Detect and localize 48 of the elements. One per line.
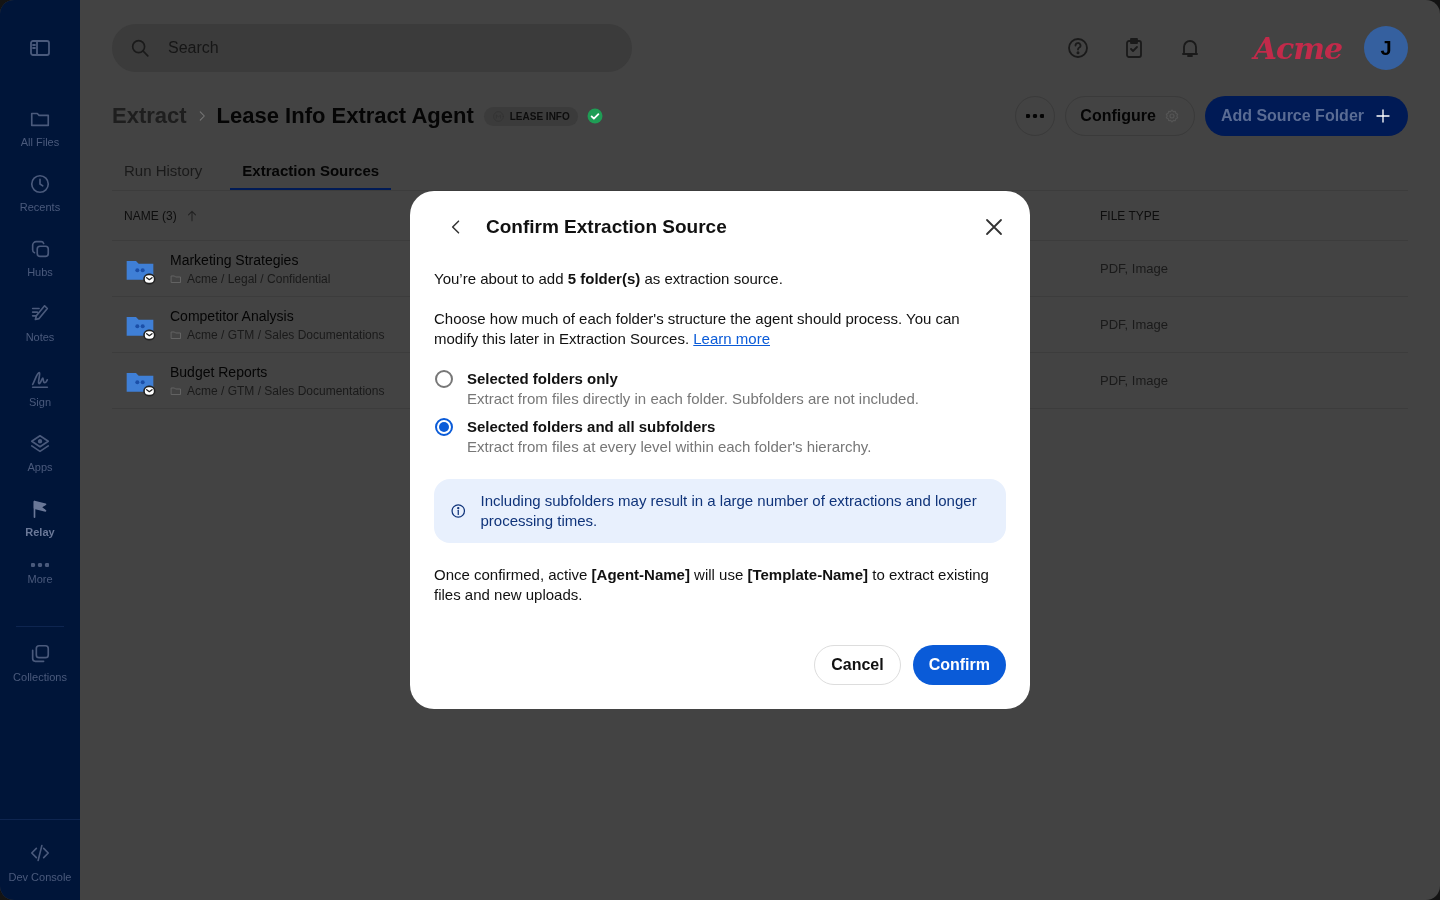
- configure-button[interactable]: Configure: [1065, 96, 1195, 136]
- folder-icon: [170, 384, 182, 397]
- dialog-text: Once confirmed, active [Agent-Name] will use [Template-Name] to extract existing files and new uploads.: [434, 565, 990, 605]
- radio-button[interactable]: [435, 370, 453, 388]
- code-icon: [29, 842, 51, 864]
- option-label[interactable]: Selected folders only: [467, 369, 919, 389]
- confirm-button[interactable]: Confirm: [912, 645, 1006, 685]
- add-source-folder-button[interactable]: Add Source Folder: [1204, 96, 1408, 136]
- layers-icon: [29, 433, 51, 455]
- sidebar-item[interactable]: More: [0, 557, 80, 622]
- dialog-text: Choose how much of each folder's structure the agent should process. You can modify this later in Extraction Sources. Learn more: [434, 309, 961, 349]
- option-label[interactable]: Selected folders and all subfolders: [467, 417, 872, 437]
- folder-name[interactable]: Marketing Strategies: [170, 251, 331, 268]
- sidebar-item[interactable]: Notes: [0, 297, 80, 362]
- more-button[interactable]: [1015, 96, 1056, 136]
- folder-name[interactable]: Competitor Analysis: [170, 307, 385, 324]
- option-description: Extract from files directly in each folder. Subfolders are not included.: [467, 389, 919, 409]
- learn-more-link[interactable]: Learn more: [693, 330, 770, 347]
- folder-icon: [170, 328, 182, 341]
- sidebar-item[interactable]: Apps: [0, 427, 80, 492]
- collections-icon: [29, 643, 51, 665]
- help-icon[interactable]: [1065, 36, 1090, 60]
- tab[interactable]: Extraction Sources: [230, 152, 392, 190]
- page-title: Lease Info Extract Agent: [216, 103, 474, 129]
- plus-icon: [1374, 107, 1392, 125]
- stacked-cards-icon: [29, 238, 51, 260]
- info-text: Including subfolders may result in a large number of extractions and longer processing times.: [480, 491, 978, 531]
- more-icon: [31, 563, 49, 567]
- dialog-text: You’re about to add 5 folder(s) as extraction source.: [434, 269, 784, 289]
- more-icon: [1026, 114, 1045, 118]
- folder-name[interactable]: Budget Reports: [170, 363, 385, 380]
- option-description: Extract from files at every level within each folder's hierarchy.: [467, 437, 872, 457]
- sidebar-item[interactable]: Relay: [0, 492, 80, 557]
- radio-button[interactable]: [435, 418, 453, 436]
- info-icon: [450, 501, 467, 521]
- sidebar-item[interactable]: Collections: [0, 637, 80, 702]
- sidebar-item[interactable]: Recents: [0, 167, 80, 232]
- sidebar-item[interactable]: Hubs: [0, 232, 80, 297]
- search-icon: [129, 37, 151, 59]
- dialog-title: Confirm Extraction Source: [486, 216, 728, 238]
- clock-icon: [29, 173, 51, 195]
- cancel-button[interactable]: Cancel: [814, 645, 901, 685]
- sidebar-item[interactable]: Dev Console: [0, 819, 80, 900]
- folder-icon: [170, 272, 182, 285]
- sidebar-item[interactable]: All Files: [0, 102, 80, 167]
- sidebar-item[interactable]: Sign: [0, 362, 80, 427]
- logo[interactable]: Acme: [1253, 30, 1342, 66]
- avatar[interactable]: J: [1364, 26, 1408, 70]
